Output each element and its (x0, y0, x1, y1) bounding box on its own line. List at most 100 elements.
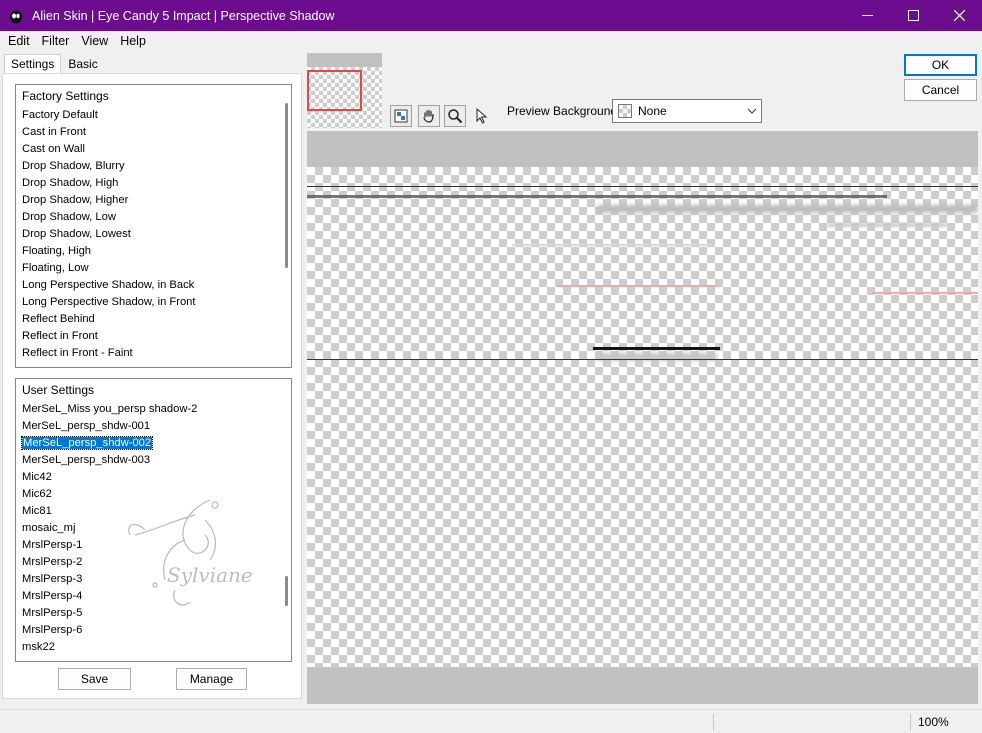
factory-list-item[interactable]: Floating, High (16, 243, 291, 260)
user-list-item-label: MrslPersp-6 (22, 624, 83, 636)
magnifier-icon (448, 109, 463, 124)
user-list-item-label: mosaic_mj (22, 522, 76, 534)
preview-background-label: Preview Background: (507, 104, 621, 118)
maximize-icon (907, 10, 919, 21)
title-bar: Alien Skin | Eye Candy 5 Impact | Perspe… (0, 0, 982, 31)
menu-view[interactable]: View (77, 34, 112, 48)
factory-list-item[interactable]: Drop Shadow, Low (16, 209, 291, 226)
close-button[interactable] (936, 0, 982, 31)
factory-list-item[interactable]: Floating, Low (16, 260, 291, 277)
factory-settings-list[interactable]: Factory Settings Factory Default Cast in … (15, 84, 292, 368)
menu-edit[interactable]: Edit (4, 34, 34, 48)
menu-filter[interactable]: Filter (38, 34, 74, 48)
preview-shadow-stroke (307, 195, 887, 198)
factory-list-item-label: Reflect Behind (22, 313, 95, 325)
factory-list-item[interactable]: Reflect in Front - Faint (16, 345, 291, 362)
user-list-item-label: MrslPersp-3 (22, 573, 83, 585)
user-list-item[interactable]: MerSeL_persp_shdw-001 (16, 418, 291, 435)
preview-canvas[interactable] (307, 131, 978, 704)
manage-button[interactable]: Manage (176, 668, 247, 690)
zoom-tool-button[interactable] (444, 105, 466, 127)
user-list-item-label: MrslPersp-5 (22, 607, 83, 619)
user-list-item-label: Mic42 (22, 471, 52, 483)
factory-list-item[interactable]: Drop Shadow, Higher (16, 192, 291, 209)
checker-swatch-icon (618, 104, 632, 118)
navigator-viewport-rect[interactable] (307, 70, 362, 111)
window-title: Alien Skin | Eye Candy 5 Impact | Perspe… (32, 8, 335, 23)
user-list-item[interactable]: MrslPersp-4 (16, 588, 291, 605)
factory-list-item[interactable]: Reflect in Front (16, 328, 291, 345)
user-list-item[interactable]: Mic81 (16, 503, 291, 520)
user-list-item[interactable]: Mic42 (16, 469, 291, 486)
user-list-item[interactable]: MrslPersp-2 (16, 554, 291, 571)
factory-list-item-label: Drop Shadow, Lowest (22, 228, 131, 240)
factory-list-item[interactable]: Reflect Behind (16, 311, 291, 328)
factory-list-item[interactable]: Long Perspective Shadow, in Back (16, 277, 291, 294)
ok-button[interactable]: OK (904, 54, 977, 76)
arrow-pointer-icon (476, 108, 488, 124)
zoom-level: 100% (918, 715, 949, 729)
navigator-thumbnail[interactable] (307, 53, 382, 128)
tab-basic[interactable]: Basic (61, 54, 104, 74)
user-list-item[interactable]: MrslPersp-5 (16, 605, 291, 622)
user-list-item[interactable]: Mic62 (16, 486, 291, 503)
user-list-scrollbar[interactable] (285, 576, 288, 606)
user-settings-header: User Settings (22, 383, 95, 397)
factory-list-item[interactable]: Drop Shadow, High (16, 175, 291, 192)
factory-list-item-label: Drop Shadow, Low (22, 211, 116, 223)
status-separator (713, 713, 714, 731)
pointer-tool-button[interactable] (471, 105, 493, 127)
factory-list-item[interactable]: Long Perspective Shadow, in Front (16, 294, 291, 311)
alien-skin-app-icon (10, 10, 22, 23)
save-button[interactable]: Save (58, 668, 131, 690)
user-list-item-label: Mic62 (22, 488, 52, 500)
minimize-button[interactable] (844, 0, 890, 31)
user-list-item-label: MrslPersp-2 (22, 556, 83, 568)
cancel-button[interactable]: Cancel (904, 79, 977, 101)
hand-icon (423, 109, 434, 123)
factory-list-item[interactable]: Cast on Wall (16, 141, 291, 158)
user-list-item[interactable]: MerSeL_Miss you_persp shadow-2 (16, 401, 291, 418)
user-list-item[interactable]: msk22 (16, 639, 291, 656)
factory-list-item-label: Cast on Wall (22, 143, 86, 155)
factory-list-item[interactable]: Cast in Front (16, 124, 291, 141)
user-settings-list[interactable]: User Settings MerSeL_Miss you_persp shad… (15, 378, 292, 662)
chevron-down-icon (743, 106, 761, 117)
user-list-item-label: msk22 (22, 641, 55, 653)
preview-shadow-stroke (512, 244, 712, 246)
user-list-item[interactable]: MrslPersp-3 (16, 571, 291, 588)
preview-toggle-icon (394, 109, 408, 123)
transparency-grid (307, 167, 978, 667)
factory-list-item[interactable]: Factory Default (16, 107, 291, 124)
user-list-item[interactable]: MerSeL_persp_shdw-002 (16, 435, 291, 452)
preview-red-stroke (557, 285, 717, 287)
hand-tool-button[interactable] (418, 105, 440, 127)
status-bar: 100% (0, 709, 982, 733)
factory-list-scrollbar[interactable] (285, 103, 288, 268)
user-list-item-label: MrslPersp-4 (22, 590, 83, 602)
user-list-item-label: MerSeL_persp_shdw-001 (22, 420, 151, 432)
preview-toggle-button[interactable] (390, 105, 412, 127)
menu-bar: Edit Filter View Help (0, 31, 982, 51)
user-list-item-label: Mic81 (22, 505, 52, 517)
user-list-item-label: MerSeL_Miss you_persp shadow-2 (22, 403, 198, 415)
minimize-icon (861, 15, 873, 16)
preview-background-select[interactable]: None (612, 99, 762, 123)
menu-help[interactable]: Help (116, 34, 150, 48)
factory-list-item[interactable]: Drop Shadow, Lowest (16, 226, 291, 243)
tab-settings[interactable]: Settings (4, 54, 62, 74)
user-list-item[interactable]: MerSeL_persp_shdw-003 (16, 452, 291, 469)
tab-strip: Settings Basic (4, 54, 105, 74)
user-list-item[interactable]: MrslPersp-6 (16, 622, 291, 639)
factory-settings-header: Factory Settings (22, 89, 109, 103)
factory-list-item-label: Long Perspective Shadow, in Back (22, 279, 195, 291)
settings-panel: Factory Settings Factory Default Cast in … (2, 73, 302, 699)
user-list-item[interactable]: MrslPersp-1 (16, 537, 291, 554)
factory-list-item[interactable]: Drop Shadow, Blurry (16, 158, 291, 175)
factory-list-item-label: Long Perspective Shadow, in Front (22, 296, 196, 308)
user-list-item[interactable]: mosaic_mj (16, 520, 291, 537)
factory-list-item-label: Floating, High (22, 245, 92, 257)
maximize-button[interactable] (890, 0, 936, 31)
factory-list-item-label: Reflect in Front - Faint (22, 347, 133, 359)
user-list-item-label: MerSeL_persp_shdw-002 (20, 436, 154, 450)
